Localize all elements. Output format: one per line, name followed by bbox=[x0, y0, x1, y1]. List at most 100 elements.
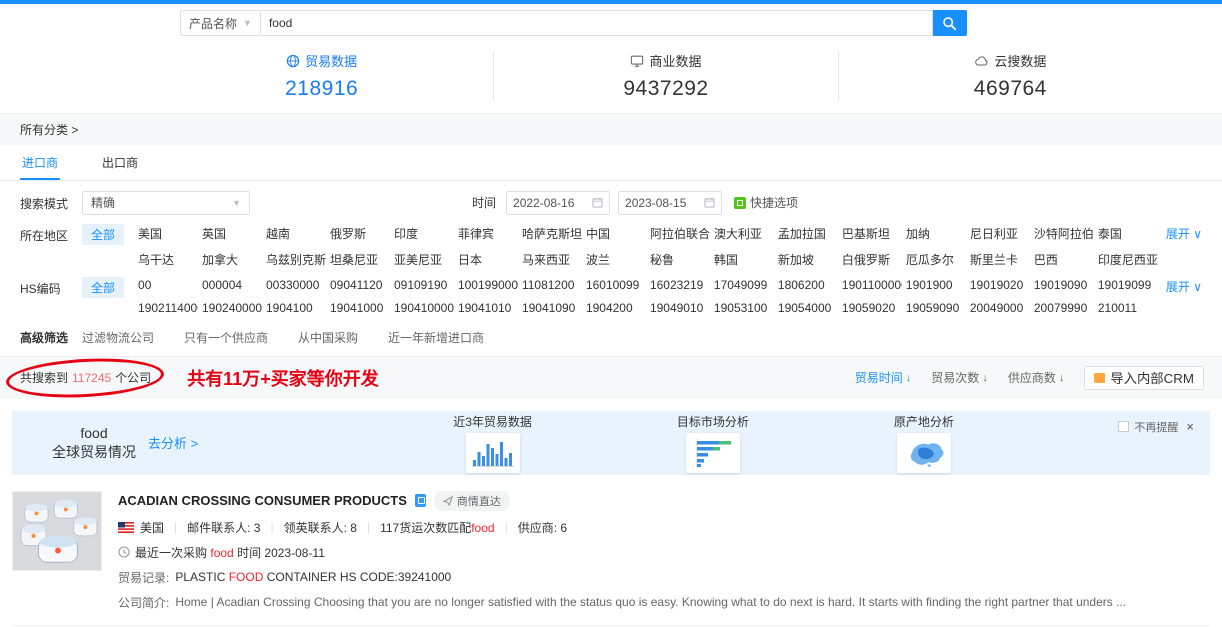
hs-code-chip[interactable]: 17049099 bbox=[714, 278, 774, 292]
region-chip[interactable]: 日本 bbox=[458, 251, 518, 268]
company-thumbnail[interactable] bbox=[12, 491, 102, 571]
dismiss-checkbox[interactable] bbox=[1118, 421, 1129, 432]
promo-card-trade-3y[interactable]: 近3年贸易数据 bbox=[453, 413, 532, 473]
region-chip[interactable]: 巴西 bbox=[1034, 251, 1094, 268]
region-chip[interactable]: 乌兹别克斯坦 bbox=[266, 251, 326, 268]
tab-importers[interactable]: 进口商 bbox=[20, 145, 60, 180]
advanced-filter-label[interactable]: 高级筛选 bbox=[20, 329, 82, 346]
hs-code-chip[interactable]: 19041000 bbox=[330, 301, 390, 315]
search-mode-select[interactable]: 精确 ▼ bbox=[82, 191, 250, 215]
region-chip[interactable]: 泰国 bbox=[1098, 225, 1158, 242]
stat-trade-data[interactable]: 贸易数据 218916 bbox=[150, 51, 493, 101]
region-chip[interactable]: 阿拉伯联合酋... bbox=[650, 225, 710, 242]
region-chip[interactable]: 加拿大 bbox=[202, 251, 262, 268]
hs-code-chip[interactable]: 00330000 bbox=[266, 278, 326, 292]
hs-code-chip[interactable]: 1001990000 bbox=[458, 278, 518, 292]
hs-code-chip[interactable]: 1901900 bbox=[906, 278, 966, 292]
region-chip[interactable]: 斯里兰卡 bbox=[970, 251, 1030, 268]
advanced-filter-option[interactable]: 只有一个供应商 bbox=[184, 329, 268, 346]
stat-business-data[interactable]: 商业数据 9437292 bbox=[493, 51, 837, 101]
hs-code-chip[interactable]: 19019090 bbox=[1034, 278, 1094, 292]
hs-code-chip[interactable]: 1904100 bbox=[266, 301, 326, 315]
tab-exporters[interactable]: 出口商 bbox=[100, 145, 140, 180]
region-chip[interactable]: 亚美尼亚 bbox=[394, 251, 454, 268]
hs-code-chip[interactable]: 1902114000 bbox=[138, 301, 198, 315]
hs-code-chip[interactable]: 1806200 bbox=[778, 278, 838, 292]
region-expand-link[interactable]: 展开 ∨ bbox=[1166, 225, 1202, 242]
hs-code-chip[interactable]: 16023219 bbox=[650, 278, 710, 292]
region-chip[interactable]: 秘鲁 bbox=[650, 251, 710, 268]
breadcrumb[interactable]: 所有分类 > bbox=[0, 114, 1222, 145]
company-name[interactable]: ACADIAN CROSSING CONSUMER PRODUCTS bbox=[118, 493, 407, 508]
hs-code-chip[interactable]: 16010099 bbox=[586, 278, 646, 292]
region-chip[interactable]: 孟加拉国 bbox=[778, 225, 838, 242]
hs-code-chip[interactable]: 11081200 bbox=[522, 278, 582, 292]
region-chip[interactable]: 俄罗斯 bbox=[330, 225, 390, 242]
hs-code-chip[interactable]: 20049000 bbox=[970, 301, 1030, 315]
region-chip[interactable]: 美国 bbox=[138, 225, 198, 242]
region-all-chip[interactable]: 全部 bbox=[82, 224, 124, 245]
hs-code-chip[interactable]: 19019020 bbox=[970, 278, 1030, 292]
region-chip[interactable]: 加纳 bbox=[906, 225, 966, 242]
date-to-input[interactable]: 2023-08-15 bbox=[618, 191, 722, 215]
region-chip[interactable]: 澳大利亚 bbox=[714, 225, 774, 242]
hs-code-chip[interactable]: 09109190 bbox=[394, 278, 454, 292]
region-chip[interactable]: 英国 bbox=[202, 225, 262, 242]
region-chip[interactable]: 菲律宾 bbox=[458, 225, 518, 242]
date-from-input[interactable]: 2022-08-16 bbox=[506, 191, 610, 215]
hs-code-chip[interactable]: 19059090 bbox=[906, 301, 966, 315]
analyze-link[interactable]: 去分析 > bbox=[148, 433, 198, 452]
hs-code-chip[interactable]: 19054000 bbox=[778, 301, 838, 315]
region-chip[interactable]: 尼日利亚 bbox=[970, 225, 1030, 242]
hs-code-chip[interactable]: 19041010 bbox=[458, 301, 518, 315]
sort-by-supplier-count[interactable]: 供应商数↓ bbox=[1008, 369, 1065, 386]
region-chip[interactable]: 波兰 bbox=[586, 251, 646, 268]
hs-code-chip[interactable]: 09041120 bbox=[330, 278, 390, 292]
region-chip[interactable]: 韩国 bbox=[714, 251, 774, 268]
region-chip[interactable]: 印度 bbox=[394, 225, 454, 242]
hs-code-chip[interactable]: 19049010 bbox=[650, 301, 710, 315]
insight-badge[interactable]: 商情直达 bbox=[434, 491, 510, 511]
advanced-filter-option[interactable]: 近一年新增进口商 bbox=[388, 329, 484, 346]
hs-code-chip[interactable]: 210011 bbox=[1098, 301, 1158, 315]
quick-options-button[interactable]: 快捷选项 bbox=[734, 194, 798, 211]
promo-card-target-market[interactable]: 目标市场分析 bbox=[677, 413, 749, 473]
region-chip[interactable]: 越南 bbox=[266, 225, 326, 242]
hs-code-chip[interactable]: 1904200 bbox=[586, 301, 646, 315]
hs-code-chip[interactable]: 20079990 bbox=[1034, 301, 1094, 315]
region-chip[interactable]: 乌干达 bbox=[138, 251, 198, 268]
hs-code-chip[interactable]: 19041090 bbox=[522, 301, 582, 315]
region-chip[interactable]: 白俄罗斯 bbox=[842, 251, 902, 268]
hs-code-chip[interactable]: 19053100 bbox=[714, 301, 774, 315]
sort-by-trade-count[interactable]: 贸易次数↓ bbox=[931, 369, 988, 386]
hs-expand-link[interactable]: 展开 ∨ bbox=[1166, 278, 1202, 295]
region-chip[interactable]: 巴基斯坦 bbox=[842, 225, 902, 242]
region-chip[interactable]: 厄瓜多尔 bbox=[906, 251, 966, 268]
sort-by-trade-time[interactable]: 贸易时间↓ bbox=[855, 369, 912, 386]
import-crm-button[interactable]: 导入内部CRM bbox=[1084, 366, 1204, 390]
promo-card-origin-analysis[interactable]: 原产地分析 bbox=[894, 413, 954, 473]
hs-code-chip[interactable]: 1904100000 bbox=[394, 301, 454, 315]
region-chip[interactable]: 新加坡 bbox=[778, 251, 838, 268]
stat-cloud-search-data[interactable]: 云搜数据 469764 bbox=[838, 51, 1182, 101]
region-chip[interactable]: 马来西亚 bbox=[522, 251, 582, 268]
hs-code-chip[interactable]: 19019099 bbox=[1098, 278, 1158, 292]
search-input[interactable] bbox=[261, 10, 933, 36]
hs-code-chip[interactable]: 00 bbox=[138, 278, 198, 292]
hs-code-chip[interactable]: 19059020 bbox=[842, 301, 902, 315]
hs-code-chip[interactable]: 1901100000 bbox=[842, 278, 902, 292]
claim-icon[interactable] bbox=[415, 494, 426, 507]
hs-code-chip[interactable]: 000004 bbox=[202, 278, 262, 292]
region-chip[interactable]: 哈萨克斯坦 bbox=[522, 225, 582, 242]
advanced-filter-option[interactable]: 过滤物流公司 bbox=[82, 329, 154, 346]
region-chip[interactable]: 中国 bbox=[586, 225, 646, 242]
search-button[interactable] bbox=[933, 10, 967, 36]
region-chip[interactable]: 印度尼西亚 bbox=[1098, 251, 1158, 268]
advanced-filter-option[interactable]: 从中国采购 bbox=[298, 329, 358, 346]
hs-all-chip[interactable]: 全部 bbox=[82, 277, 124, 298]
region-chip[interactable]: 沙特阿拉伯 bbox=[1034, 225, 1094, 242]
region-chip[interactable]: 坦桑尼亚 bbox=[330, 251, 390, 268]
category-select[interactable]: 产品名称 ▼ bbox=[180, 10, 261, 36]
hs-code-chip[interactable]: 1902400000 bbox=[202, 301, 262, 315]
close-icon[interactable]: × bbox=[1186, 419, 1194, 434]
